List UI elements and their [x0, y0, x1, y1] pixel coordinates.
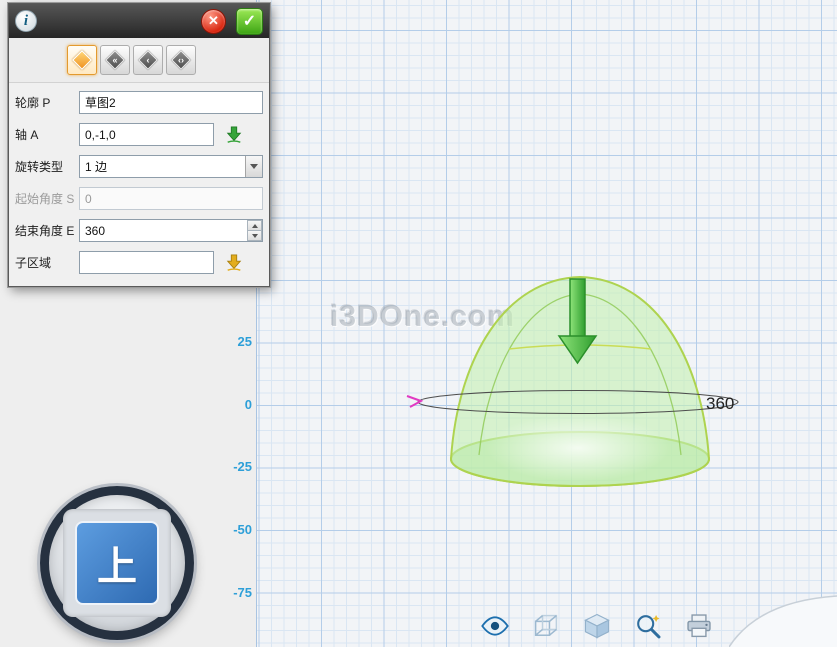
revolve-type-dropdown[interactable]: 1 边	[79, 155, 263, 178]
spin-up-button[interactable]	[247, 220, 262, 231]
axis-input[interactable]	[79, 123, 214, 146]
subregion-input[interactable]	[79, 251, 214, 274]
cancel-button[interactable]: ✕	[201, 9, 226, 34]
subregion-label: 子区域	[15, 254, 79, 271]
revolve-type-label: 旋转类型	[15, 158, 79, 175]
visibility-button[interactable]	[478, 609, 512, 643]
field-row-profile: 轮廓 P	[15, 91, 263, 114]
zoom-button[interactable]	[631, 609, 665, 643]
pick-mode-glyph: ‹	[134, 46, 162, 74]
wire-cube-icon	[531, 611, 561, 641]
pick-mode-glyph	[68, 46, 96, 74]
nav-wheel-corner[interactable]	[729, 595, 837, 647]
axis-pick-button[interactable]	[223, 124, 245, 145]
chevron-up-icon	[252, 224, 258, 228]
revolve-dialog: i ✕ ✓ « ‹ ‹› 轮廓 P	[8, 3, 270, 287]
start-angle-input	[79, 187, 263, 210]
view-cube-rim: 上	[63, 509, 171, 617]
pick-mode-toolbar: « ‹ ‹›	[9, 38, 269, 83]
wireframe-view-button[interactable]	[529, 609, 563, 643]
dialog-titlebar: i ✕ ✓	[9, 4, 269, 38]
view-toolbar	[478, 609, 716, 643]
pick-mode-button-2[interactable]: «	[100, 45, 130, 75]
axis-label-n50: -50	[214, 522, 252, 537]
application-window: 50 25 0 -25 -50 -75 i3DOne.com	[0, 0, 837, 647]
end-angle-spinner	[79, 219, 263, 242]
solid-cube-icon	[582, 611, 612, 641]
chevron-down-icon	[250, 164, 258, 169]
pick-mode-glyph: ‹›	[167, 46, 195, 74]
shaded-view-button[interactable]	[580, 609, 614, 643]
print-button[interactable]	[682, 609, 716, 643]
field-row-revolve-type: 旋转类型 1 边	[15, 155, 263, 178]
axis-label-n25: -25	[214, 459, 252, 474]
view-navigator[interactable]: 上	[40, 486, 194, 640]
view-cube-top-face[interactable]: 上	[75, 521, 159, 605]
field-row-end-angle: 结束角度 E	[15, 219, 263, 242]
profile-label: 轮廓 P	[15, 94, 79, 111]
eye-icon	[480, 611, 510, 641]
revolve-type-value: 1 边	[80, 158, 245, 175]
pick-mode-button-1[interactable]	[67, 45, 97, 75]
chevron-down-icon	[252, 234, 258, 238]
subregion-pick-button[interactable]	[223, 252, 245, 273]
watermark: i3DOne.com	[330, 300, 515, 334]
info-button[interactable]: i	[15, 10, 37, 32]
spinner-buttons	[247, 220, 262, 241]
end-angle-label: 结束角度 E	[15, 222, 79, 239]
dropdown-arrow-button[interactable]	[245, 156, 262, 177]
axis-label: 轴 A	[15, 126, 79, 143]
field-row-subregion: 子区域	[15, 251, 263, 274]
magnifier-icon	[633, 611, 663, 641]
green-pick-arrow-icon	[225, 126, 243, 144]
printer-icon	[684, 611, 714, 641]
start-angle-label: 起始角度 S	[15, 190, 79, 207]
field-row-start-angle: 起始角度 S	[15, 187, 263, 210]
field-row-axis: 轴 A	[15, 123, 263, 146]
dialog-form: 轮廓 P 轴 A 旋转类型 1 边	[9, 83, 269, 286]
axis-label-0: 0	[214, 397, 252, 412]
spin-down-button[interactable]	[247, 231, 262, 241]
profile-input[interactable]	[79, 91, 263, 114]
axis-label-n75: -75	[214, 585, 252, 600]
end-angle-input[interactable]	[79, 219, 263, 242]
yellow-pick-arrow-icon	[225, 254, 243, 272]
pick-mode-button-3[interactable]: ‹	[133, 45, 163, 75]
axis-label-25: 25	[214, 334, 252, 349]
confirm-button[interactable]: ✓	[236, 8, 263, 35]
pick-mode-button-4[interactable]: ‹›	[166, 45, 196, 75]
pick-mode-glyph: «	[101, 46, 129, 74]
